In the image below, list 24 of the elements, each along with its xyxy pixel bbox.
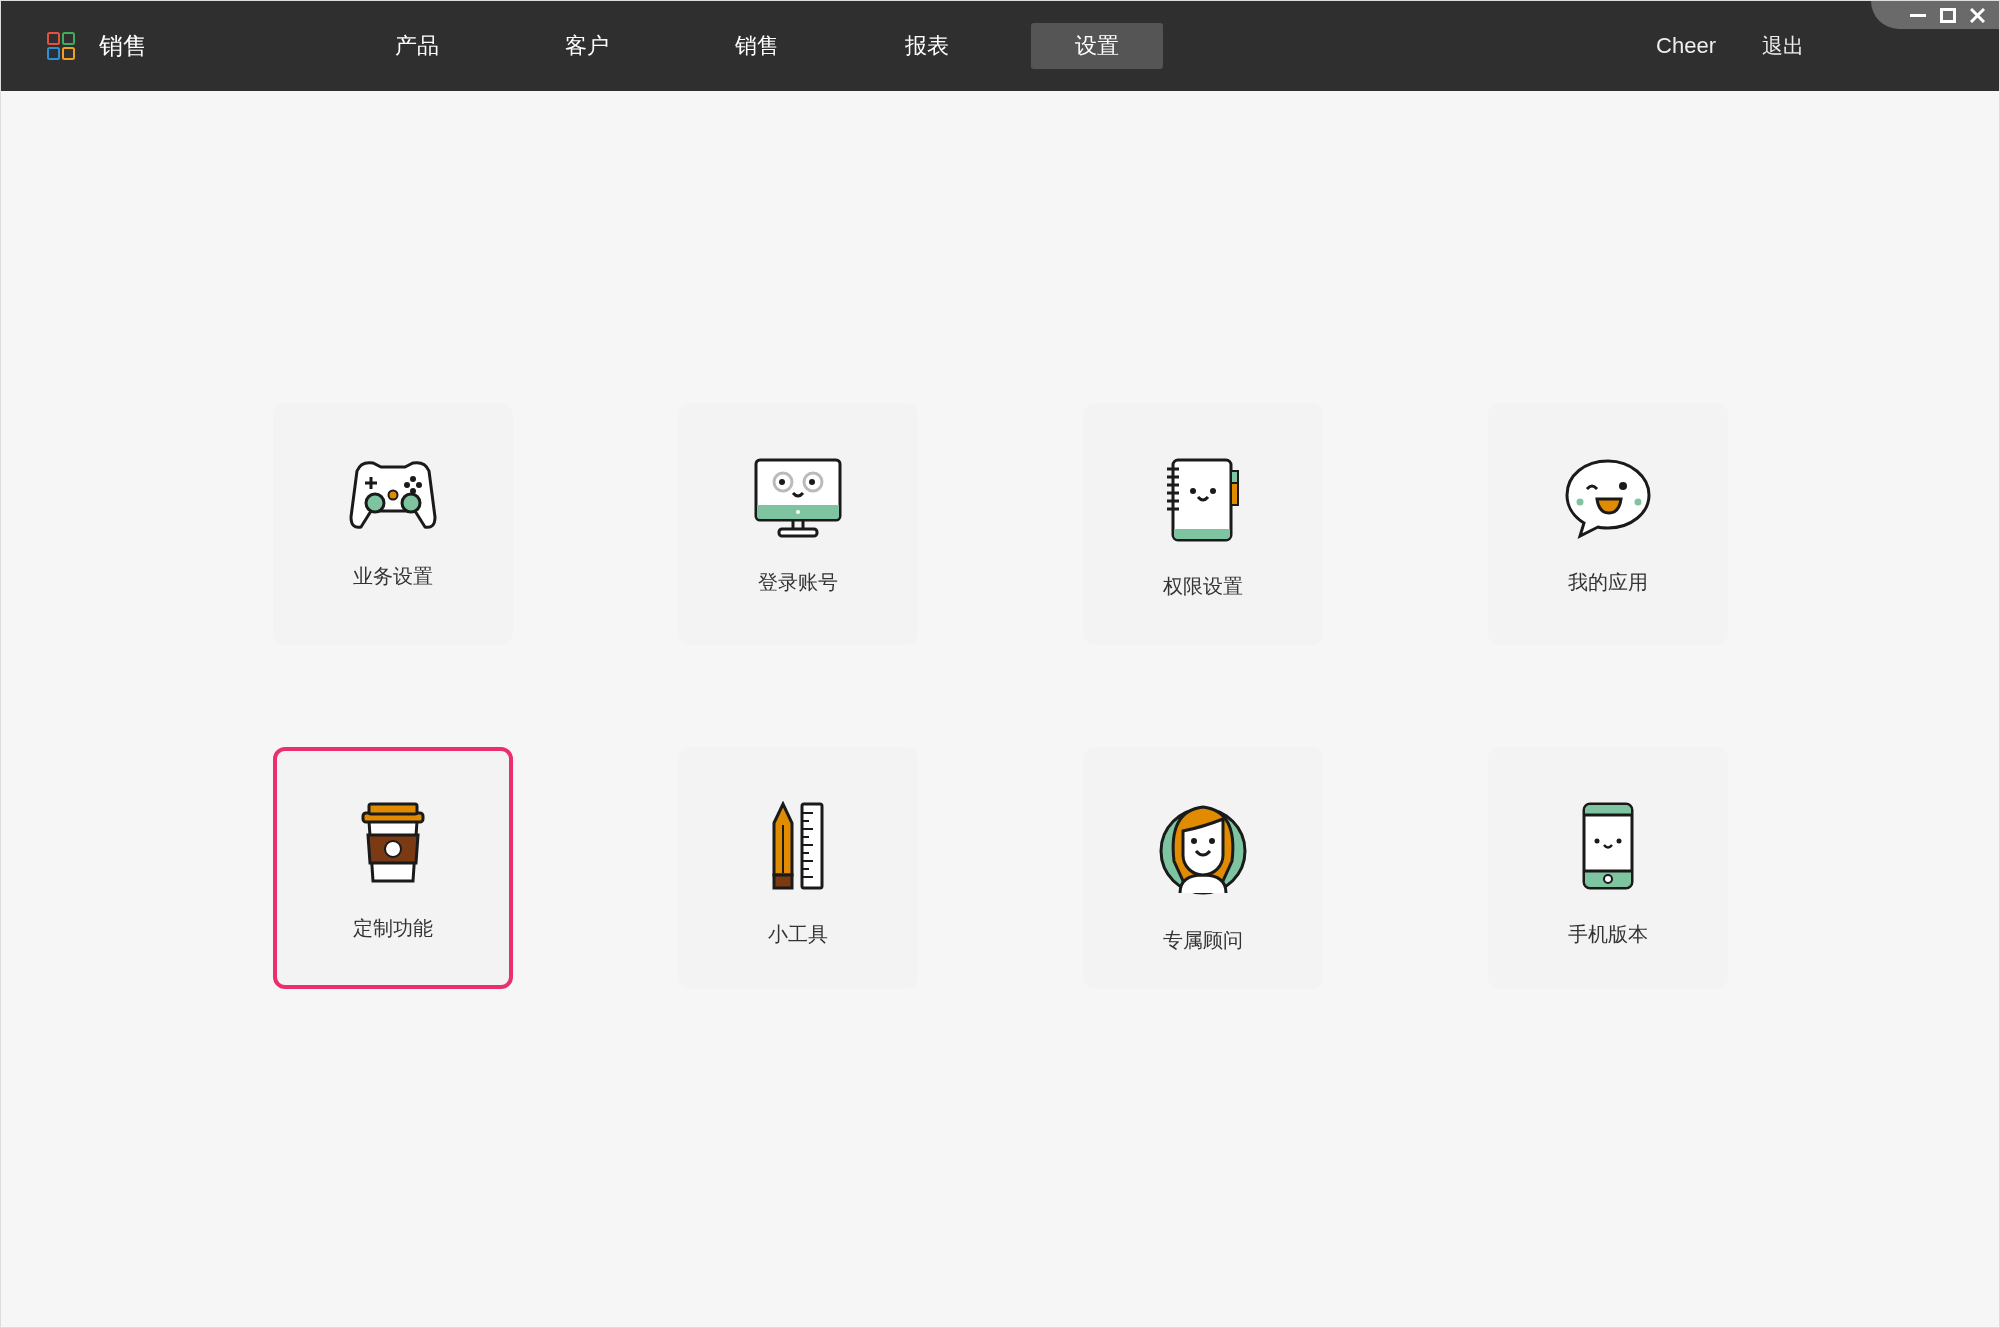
tile-label: 业务设置 — [352, 563, 433, 590]
nav-tab[interactable]: 销售 — [691, 23, 823, 69]
settings-tile[interactable]: 定制功能 — [272, 747, 513, 989]
user-name: Cheer — [1656, 33, 1716, 59]
logout-link[interactable]: 退出 — [1762, 32, 1804, 60]
nav-tab[interactable]: 设置 — [1031, 23, 1163, 69]
smartphone-icon — [1580, 801, 1635, 891]
tile-label: 我的应用 — [1567, 569, 1648, 596]
maximize-icon[interactable] — [1940, 7, 1956, 23]
app-grid-icon — [47, 32, 75, 60]
app-name: 销售 — [99, 31, 148, 62]
tile-label: 小工具 — [767, 921, 828, 948]
nav-tab[interactable]: 客户 — [521, 23, 653, 69]
monitor-icon — [752, 457, 843, 539]
tile-label: 专属顾问 — [1162, 927, 1243, 954]
close-icon[interactable] — [1970, 7, 1985, 23]
minimize-icon[interactable] — [1910, 13, 1926, 17]
tile-label: 登录账号 — [757, 569, 838, 596]
notebook-icon — [1164, 457, 1241, 543]
nav-tab[interactable]: 产品 — [351, 23, 483, 69]
nav-tab[interactable]: 报表 — [861, 23, 993, 69]
tile-label: 权限设置 — [1162, 573, 1243, 600]
tile-label: 手机版本 — [1567, 921, 1648, 948]
tile-label: 定制功能 — [352, 915, 433, 942]
